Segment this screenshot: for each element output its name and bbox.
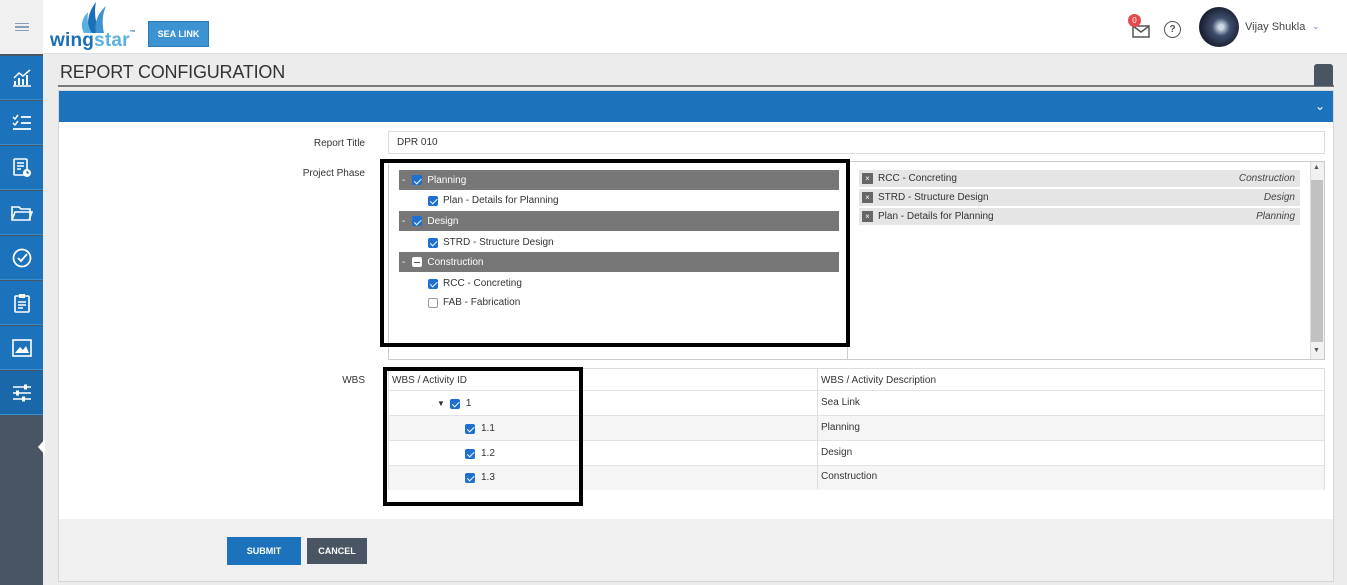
scroll-down-arrow-icon[interactable]: ▼ — [1313, 347, 1320, 354]
selected-item-phase: Construction — [1238, 173, 1295, 184]
selected-item: × Plan - Details for Planning Planning — [859, 208, 1300, 225]
panel-header[interactable]: ⌄ — [59, 91, 1333, 122]
logo-trademark: ™ — [129, 30, 136, 36]
selected-item: × RCC - Concreting Construction — [859, 170, 1300, 187]
wbs-description: Construction — [821, 471, 878, 482]
wbs-label: WBS — [342, 375, 365, 386]
sidebar-item-gallery[interactable] — [0, 326, 43, 370]
folder-icon — [10, 205, 33, 221]
hamburger-menu-button[interactable] — [0, 0, 43, 54]
sidebar-item-approvals[interactable] — [0, 236, 43, 280]
help-icon[interactable]: ? — [1164, 21, 1181, 38]
report-title-label: Report Title — [313, 138, 365, 149]
project-phase-label: Project Phase — [302, 168, 365, 179]
user-name[interactable]: Vijay Shukla — [1245, 21, 1305, 33]
column-header-description: WBS / Activity Description — [821, 375, 937, 386]
chart-icon — [12, 68, 31, 87]
chevron-down-icon[interactable]: ⌄ — [1312, 21, 1320, 32]
form-footer: SUBMIT CANCEL — [59, 519, 1333, 581]
top-bar: wingstar™ SEA LINK 0 ? Vijay Shukla ⌄ — [0, 0, 1347, 54]
sidebar — [0, 54, 45, 585]
check-circle-icon — [12, 248, 31, 267]
scroll-up-arrow-icon[interactable]: ▲ — [1313, 164, 1320, 171]
highlight-box-wbs-ids — [383, 367, 583, 506]
selected-item-phase: Design — [1263, 192, 1295, 203]
selected-item-name: RCC - Concreting — [878, 173, 957, 184]
image-icon — [11, 338, 32, 357]
wbs-description: Design — [821, 447, 853, 458]
page-options-button[interactable] — [1314, 64, 1333, 86]
wingstar-logo[interactable]: wingstar™ — [50, 0, 140, 54]
selected-item-name: STRD - Structure Design — [878, 192, 989, 203]
sidebar-item-checklists[interactable] — [0, 281, 43, 325]
report-config-panel: ⌄ Report Title Project Phase - Planning … — [58, 90, 1334, 582]
wbs-description: Sea Link — [821, 397, 860, 408]
selected-item-phase: Planning — [1256, 211, 1295, 222]
avatar[interactable] — [1199, 7, 1239, 47]
sidebar-item-reports[interactable] — [0, 146, 43, 190]
selected-item: × STRD - Structure Design Design — [859, 189, 1300, 206]
logo-text-star: star — [94, 30, 130, 51]
report-clock-icon — [12, 157, 31, 177]
sidebar-item-dashboard[interactable] — [0, 56, 43, 100]
logo-text-wing: wing — [50, 30, 95, 51]
highlight-box-phase-tree — [380, 159, 850, 347]
cancel-button[interactable]: CANCEL — [307, 538, 367, 564]
wbs-description: Planning — [821, 422, 860, 433]
hamburger-icon — [14, 21, 29, 34]
sliders-icon — [12, 384, 31, 401]
notification-count-badge: 0 — [1128, 14, 1141, 27]
chevron-down-icon[interactable]: ⌄ — [1315, 99, 1325, 113]
report-title-input[interactable] — [388, 131, 1325, 154]
remove-icon[interactable]: × — [862, 211, 873, 222]
wing-logo-icon — [81, 2, 106, 33]
sidebar-item-documents[interactable] — [0, 191, 43, 235]
notifications-button[interactable]: 0 — [1128, 14, 1152, 40]
scrollbar-thumb[interactable] — [1311, 180, 1323, 342]
sidebar-item-configuration[interactable] — [0, 371, 43, 415]
checklist-icon — [11, 114, 31, 130]
page-title-bar: REPORT CONFIGURATION — [58, 59, 1334, 87]
project-selector-button[interactable]: SEA LINK — [148, 21, 209, 47]
page-title: REPORT CONFIGURATION — [60, 62, 286, 82]
remove-icon[interactable]: × — [862, 192, 873, 203]
sidebar-item-tasks[interactable] — [0, 101, 43, 145]
active-indicator — [38, 439, 45, 455]
remove-icon[interactable]: × — [862, 173, 873, 184]
submit-button[interactable]: SUBMIT — [227, 537, 301, 565]
column-divider — [817, 369, 818, 489]
selected-item-name: Plan - Details for Planning — [878, 211, 994, 222]
clipboard-icon — [13, 293, 30, 313]
